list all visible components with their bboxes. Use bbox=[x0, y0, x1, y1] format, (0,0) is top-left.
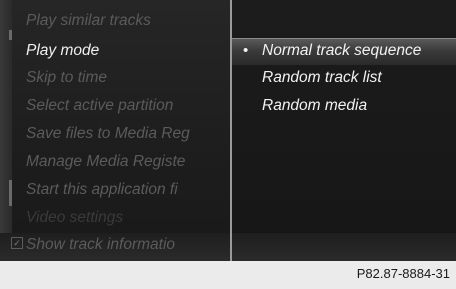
menu-item-manage-media-register[interactable]: Manage Media Registe bbox=[26, 150, 185, 174]
scroll-thumb[interactable] bbox=[9, 180, 12, 206]
media-display-screen: Play similar tracks Play mode Skip to ti… bbox=[0, 0, 456, 261]
option-normal-track-sequence[interactable]: Normal track sequence bbox=[262, 39, 421, 63]
menu-item-start-this-application[interactable]: Start this application fi bbox=[26, 178, 178, 202]
option-random-track-list[interactable]: Random track list bbox=[262, 66, 382, 90]
figure-code: P82.87-8884-31 bbox=[356, 266, 450, 281]
scroll-marker bbox=[9, 30, 12, 40]
menu-item-show-track-information[interactable]: Show track informatio bbox=[26, 233, 175, 257]
menu-item-play-similar-tracks[interactable]: Play similar tracks bbox=[26, 9, 151, 33]
menu-item-select-active-partition[interactable]: Select active partition bbox=[26, 94, 173, 118]
menu-item-skip-to-time[interactable]: Skip to time bbox=[26, 66, 107, 90]
selected-bullet-icon: • bbox=[243, 42, 249, 59]
option-random-media[interactable]: Random media bbox=[262, 94, 367, 118]
main-menu-panel: Play similar tracks Play mode Skip to ti… bbox=[0, 0, 231, 261]
menu-item-save-files-to-media-register[interactable]: Save files to Media Reg bbox=[26, 122, 190, 146]
checkbox-icon[interactable]: ✓ bbox=[11, 237, 23, 249]
menu-item-play-mode[interactable]: Play mode bbox=[26, 39, 99, 63]
scroll-track[interactable] bbox=[0, 0, 12, 261]
menu-item-video-settings[interactable]: Video settings bbox=[26, 206, 123, 230]
